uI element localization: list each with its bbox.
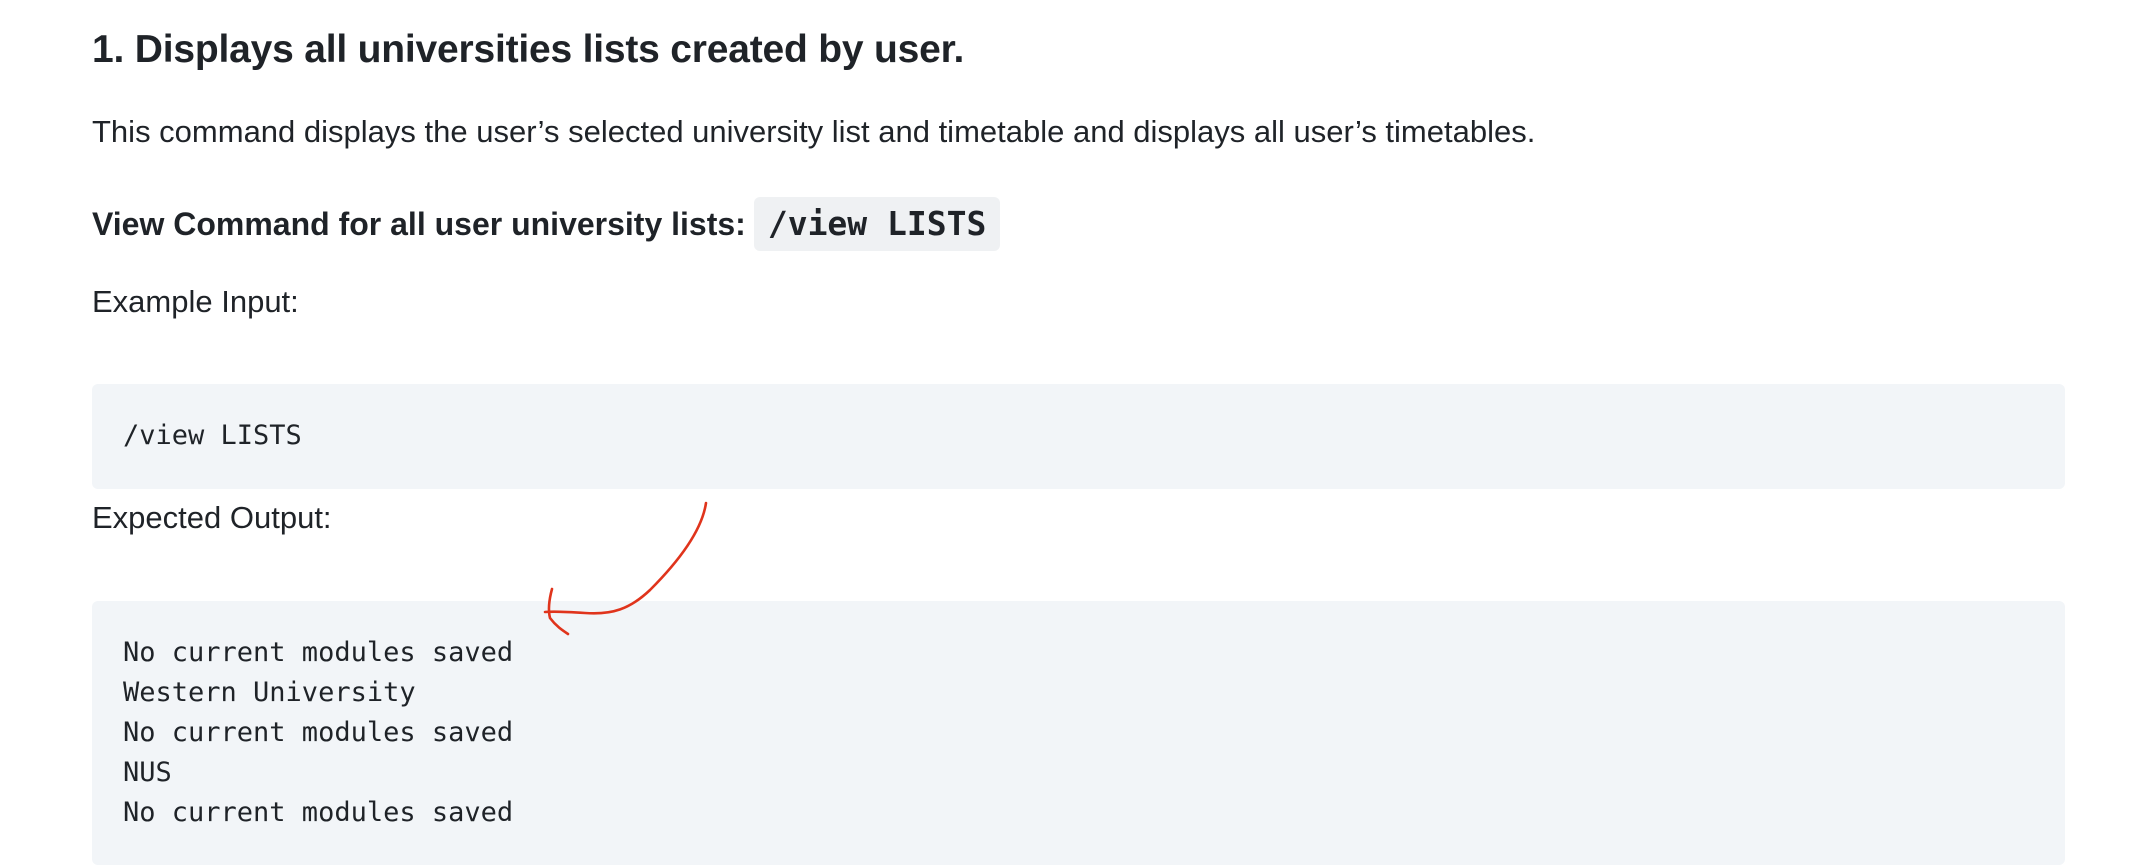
expected-output-code-block: No current modules saved Western Universi…: [92, 601, 2065, 865]
section-description: This command displays the user’s selecte…: [92, 114, 1536, 149]
code-line: No current modules saved: [123, 797, 514, 828]
arrow-shaft: [543, 501, 708, 615]
command-heading: View Command for all user university lis…: [92, 196, 1001, 252]
command-heading-label: View Command for all user university lis…: [92, 206, 746, 242]
code-line: /view LISTS: [123, 420, 302, 451]
section-heading: 1. Displays all universities lists creat…: [92, 28, 965, 71]
expected-output-label: Expected Output:: [92, 500, 332, 535]
code-line: No current modules saved: [123, 637, 514, 668]
example-input-code-block: /view LISTS: [92, 384, 2065, 489]
code-line: No current modules saved: [123, 717, 514, 748]
code-line: Western University: [123, 677, 416, 708]
command-inline-code: /view LISTS: [753, 197, 1001, 251]
code-line: NUS: [123, 757, 172, 788]
example-input-label: Example Input:: [92, 284, 299, 319]
